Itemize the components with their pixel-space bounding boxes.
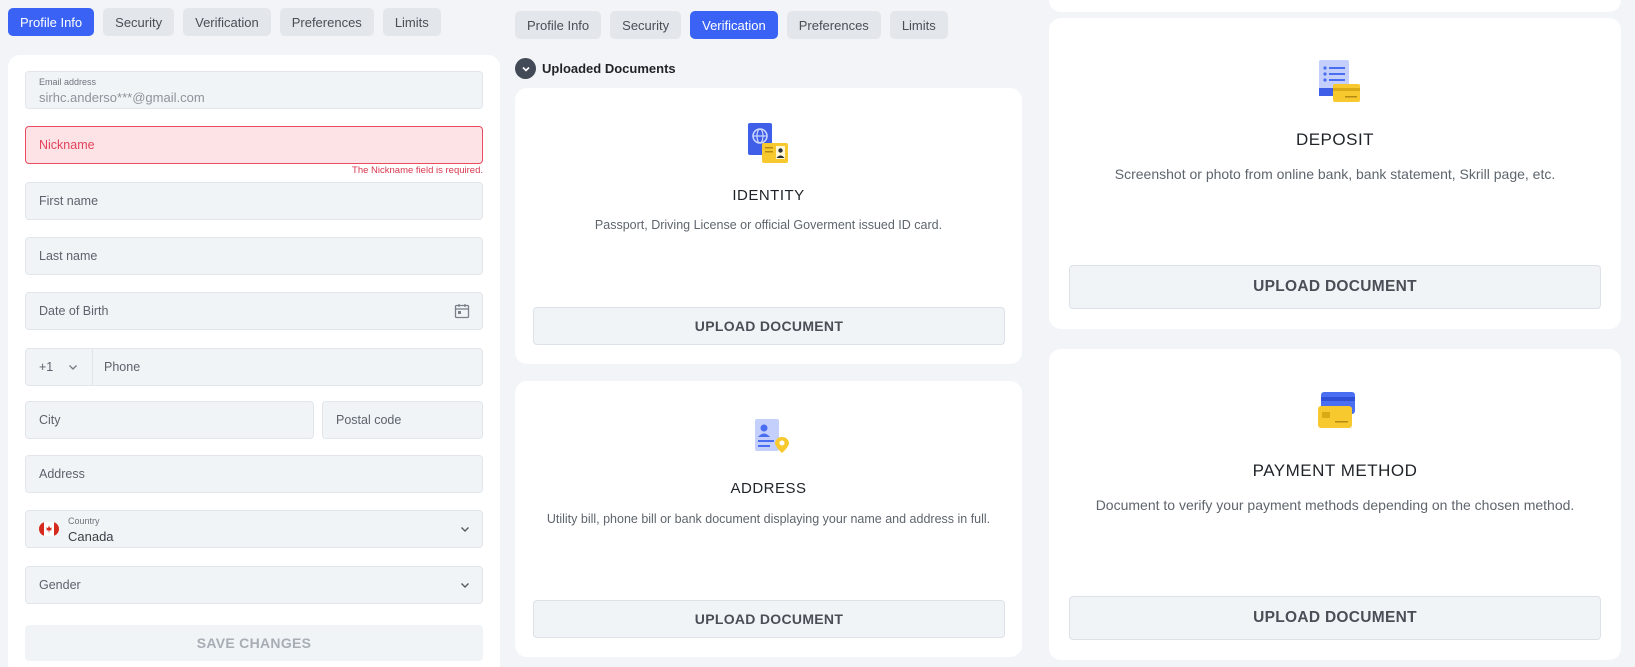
address-placeholder: Address [39,467,85,481]
left-tab-bar: Profile Info Security Verification Prefe… [8,8,441,36]
deposit-card: DEPOSIT Screenshot or photo from online … [1049,18,1621,329]
payment-method-title: PAYMENT METHOD [1252,461,1418,480]
tab-verification[interactable]: Verification [183,8,271,36]
postal-code-placeholder: Postal code [336,413,402,427]
last-name-placeholder: Last name [39,249,98,263]
country-value: Canada [68,529,114,544]
tab-profile-info[interactable]: Profile Info [8,8,95,36]
address-field[interactable]: Address [25,455,483,493]
tab-preferences[interactable]: Preferences [279,8,374,36]
chevron-down-icon [461,527,469,532]
save-changes-button[interactable]: SAVE CHANGES [25,625,483,661]
nickname-placeholder: Nickname [39,138,95,152]
date-of-birth-placeholder: Date of Birth [39,304,109,318]
tab-preferences[interactable]: Preferences [786,11,881,39]
calendar-icon[interactable] [454,303,470,319]
last-name-field[interactable]: Last name [25,237,483,275]
address-title: ADDRESS [730,480,807,497]
passport-icon [748,123,788,163]
city-placeholder: City [39,413,61,427]
uploaded-documents-header[interactable]: Uploaded Documents [515,58,676,79]
address-upload-button[interactable]: UPLOAD DOCUMENT [533,600,1005,638]
date-of-birth-field[interactable]: Date of Birth [25,292,483,330]
tab-limits[interactable]: Limits [382,8,441,36]
phone-code-select[interactable]: +1 [26,349,92,385]
nickname-field[interactable]: Nickname [25,126,483,164]
nickname-error: The Nickname field is required. [352,165,483,176]
payment-method-upload-button[interactable]: UPLOAD DOCUMENT [1069,596,1601,640]
country-select[interactable]: Country Canada [25,510,483,548]
country-label: Country [68,516,100,526]
chevron-down-icon [461,583,469,588]
phone-input[interactable]: Phone [104,360,140,374]
email-label: Email address [39,77,97,87]
identity-description: Passport, Driving License or official Go… [594,218,943,232]
chevron-down-icon [69,365,77,370]
section-title: Uploaded Documents [542,61,676,76]
middle-tab-bar: Profile Info Security Verification Prefe… [515,11,948,39]
email-field[interactable]: Email address sirhc.anderso***@gmail.com [25,71,483,109]
cropped-card [1049,0,1621,12]
deposit-title: DEPOSIT [1295,130,1375,149]
address-document-icon [755,419,789,453]
payment-method-description: Document to verify your payment methods … [1095,497,1575,513]
collapse-toggle-icon[interactable] [515,58,536,79]
email-value: sirhc.anderso***@gmail.com [39,90,205,105]
address-card: ADDRESS Utility bill, phone bill or bank… [515,381,1022,657]
canada-flag-icon [39,522,59,536]
phone-divider [92,349,93,385]
tab-profile-info[interactable]: Profile Info [515,11,602,39]
gender-select[interactable]: Gender [25,566,483,604]
identity-upload-button[interactable]: UPLOAD DOCUMENT [533,307,1005,345]
tab-security[interactable]: Security [103,8,175,36]
gender-placeholder: Gender [39,578,81,592]
credit-card-icon [1318,392,1355,428]
tab-security[interactable]: Security [610,11,682,39]
postal-code-field[interactable]: Postal code [322,401,483,439]
first-name-field[interactable]: First name [25,182,483,220]
phone-code-value: +1 [39,360,54,374]
tab-verification[interactable]: Verification [690,11,778,39]
payment-method-card: PAYMENT METHOD Document to verify your p… [1049,349,1621,660]
phone-field: +1 Phone [25,348,483,386]
deposit-upload-button[interactable]: UPLOAD DOCUMENT [1069,265,1601,309]
deposit-statement-icon [1319,60,1360,102]
address-description: Utility bill, phone bill or bank documen… [546,512,991,526]
identity-title: IDENTITY [732,187,805,204]
tab-limits[interactable]: Limits [889,11,948,39]
deposit-description: Screenshot or photo from online bank, ba… [1114,166,1556,182]
city-field[interactable]: City [25,401,314,439]
identity-card: IDENTITY Passport, Driving License or of… [515,88,1022,364]
first-name-placeholder: First name [39,194,99,208]
profile-form: Email address sirhc.anderso***@gmail.com… [8,55,500,667]
